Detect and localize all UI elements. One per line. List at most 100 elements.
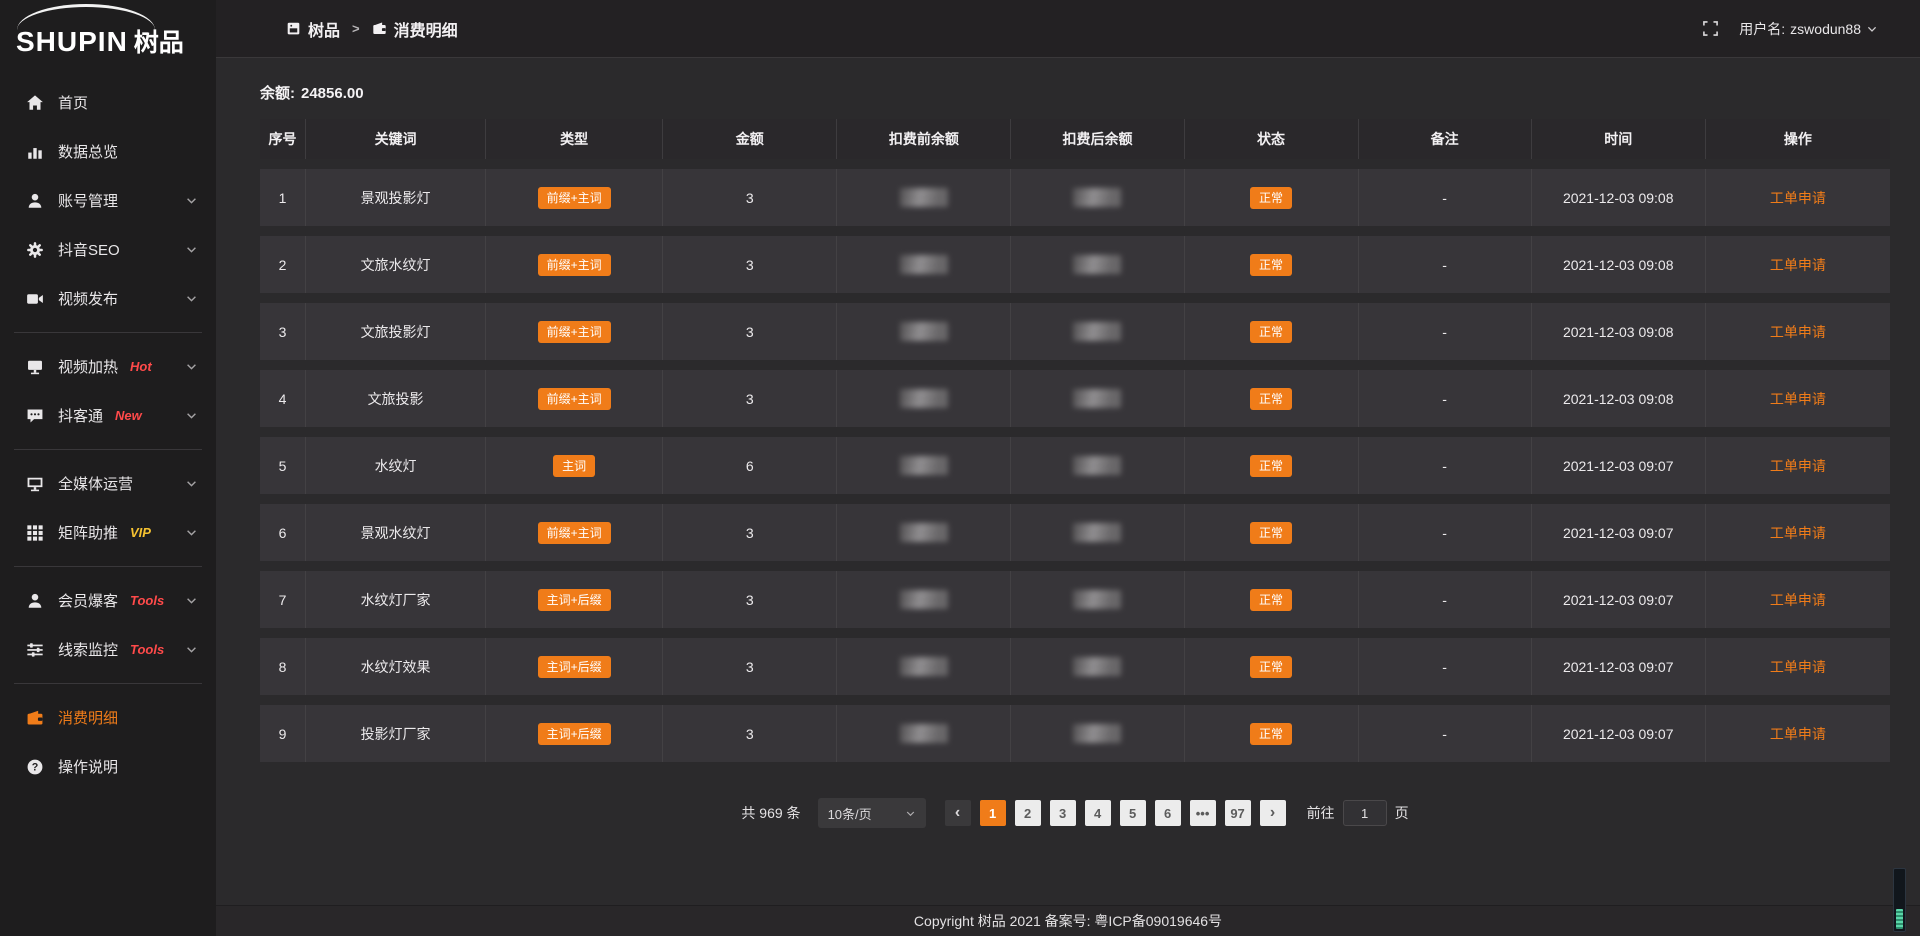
- breadcrumb-separator: >: [352, 21, 360, 36]
- page-button-3[interactable]: 3: [1050, 800, 1076, 826]
- cell-amount: 3: [663, 303, 837, 360]
- sidebar-item-10-线索监控[interactable]: 线索监控Tools: [0, 625, 216, 674]
- cell-keyword: 水纹灯效果: [306, 638, 486, 695]
- sidebar-item-4-视频发布[interactable]: 视频发布: [0, 274, 216, 323]
- cell-type: 前缀+主词: [486, 236, 663, 293]
- cell-post-balance: [1011, 437, 1184, 494]
- table-header-cell: 关键词: [306, 119, 486, 159]
- cell-type: 主词: [486, 437, 663, 494]
- table-header-cell: 状态: [1185, 119, 1359, 159]
- page-buttons: 123456 ••• 97: [980, 800, 1251, 826]
- cell-type: 主词+后缀: [486, 705, 663, 762]
- ticket-apply-link[interactable]: 工单申请: [1770, 525, 1826, 541]
- ticket-apply-link[interactable]: 工单申请: [1770, 458, 1826, 474]
- masked-balance-value: [900, 255, 948, 274]
- cell-index: 2: [260, 236, 306, 293]
- masked-balance-value: [900, 657, 948, 676]
- brand-logo[interactable]: SHUPIN 树品: [0, 0, 216, 64]
- cell-remark: -: [1359, 571, 1532, 628]
- cell-pre-balance: [837, 705, 1011, 762]
- status-badge: 正常: [1250, 388, 1292, 410]
- content-area: 余额:24856.00 序号关键词类型金额扣费前余额扣费后余额状态备注时间操作 …: [216, 58, 1920, 905]
- page-button-1[interactable]: 1: [980, 800, 1006, 826]
- sidebar-item-12-操作说明[interactable]: ?操作说明: [0, 742, 216, 791]
- cell-action: 工单申请: [1706, 303, 1890, 360]
- fullscreen-icon[interactable]: [1702, 20, 1719, 37]
- table-body: 1景观投影灯前缀+主词3正常-2021-12-03 09:08工单申请2文旅水纹…: [260, 169, 1890, 762]
- status-badge: 正常: [1250, 321, 1292, 343]
- sidebar-item-label: 全媒体运营: [58, 473, 133, 494]
- page-size-select[interactable]: 10条/页: [818, 798, 926, 828]
- prev-page-button[interactable]: ‹: [945, 800, 971, 826]
- scrollbar-widget[interactable]: [1893, 868, 1906, 932]
- sidebar-item-11-消费明细[interactable]: 消费明细: [0, 693, 216, 742]
- masked-balance-value: [1073, 255, 1121, 274]
- cell-pre-balance: [837, 370, 1011, 427]
- sidebar-item-5-视频加热[interactable]: 视频加热Hot: [0, 342, 216, 391]
- sidebar-item-badge: Tools: [130, 642, 164, 657]
- app-window-icon: [286, 21, 301, 36]
- ticket-apply-link[interactable]: 工单申请: [1770, 391, 1826, 407]
- home-icon: [26, 94, 44, 112]
- goto-page-input[interactable]: [1343, 800, 1387, 826]
- more-pages-button[interactable]: •••: [1190, 800, 1216, 826]
- sidebar-item-label: 矩阵助推: [58, 522, 118, 543]
- cell-remark: -: [1359, 638, 1532, 695]
- sidebar-item-1-数据总览[interactable]: 数据总览: [0, 127, 216, 176]
- type-badge: 前缀+主词: [538, 321, 611, 343]
- sidebar-item-3-抖音SEO[interactable]: 抖音SEO: [0, 225, 216, 274]
- footer: Copyright 树品 2021 备案号: 粤ICP备09019646号: [216, 905, 1920, 936]
- ticket-apply-link[interactable]: 工单申请: [1770, 726, 1826, 742]
- table-row: 2文旅水纹灯前缀+主词3正常-2021-12-03 09:08工单申请: [260, 236, 1890, 293]
- cell-remark: -: [1359, 236, 1532, 293]
- balance-line: 余额:24856.00: [260, 82, 1890, 103]
- balance-value: 24856.00: [301, 85, 364, 102]
- status-badge: 正常: [1250, 723, 1292, 745]
- page-button-2[interactable]: 2: [1015, 800, 1041, 826]
- username-value: zswodun88: [1790, 21, 1861, 37]
- sidebar-item-2-账号管理[interactable]: 账号管理: [0, 176, 216, 225]
- ticket-apply-link[interactable]: 工单申请: [1770, 659, 1826, 675]
- sidebar-item-6-抖客通[interactable]: 抖客通 New: [0, 391, 216, 440]
- sidebar-item-label: 抖客通: [58, 405, 103, 426]
- breadcrumb-root[interactable]: 树品: [286, 17, 340, 41]
- sidebar-item-badge: New: [115, 408, 142, 423]
- sidebar-item-8-矩阵助推[interactable]: 矩阵助推VIP: [0, 508, 216, 557]
- sidebar-item-7-全媒体运营[interactable]: 全媒体运营: [0, 459, 216, 508]
- page-button-97[interactable]: 97: [1225, 800, 1251, 826]
- sidebar-item-label: 消费明细: [58, 707, 118, 728]
- scrollbar-thumb[interactable]: [1896, 909, 1903, 929]
- cell-post-balance: [1011, 303, 1184, 360]
- sidebar-divider: [14, 683, 202, 684]
- cell-post-balance: [1011, 705, 1184, 762]
- user-menu[interactable]: 用户名: zswodun88: [1739, 19, 1878, 39]
- page-button-6[interactable]: 6: [1155, 800, 1181, 826]
- ticket-apply-link[interactable]: 工单申请: [1770, 190, 1826, 206]
- table-row: 3文旅投影灯前缀+主词3正常-2021-12-03 09:08工单申请: [260, 303, 1890, 360]
- page-button-4[interactable]: 4: [1085, 800, 1111, 826]
- next-page-button[interactable]: ›: [1260, 800, 1286, 826]
- cell-type: 前缀+主词: [486, 370, 663, 427]
- user-icon: [26, 192, 44, 210]
- cell-action: 工单申请: [1706, 437, 1890, 494]
- cell-amount: 3: [663, 571, 837, 628]
- masked-balance-value: [1073, 389, 1121, 408]
- table-header-cell: 序号: [260, 119, 306, 159]
- cell-index: 8: [260, 638, 306, 695]
- chevron-down-icon: [185, 292, 198, 305]
- sidebar-item-0-首页[interactable]: 首页: [0, 78, 216, 127]
- status-badge: 正常: [1250, 187, 1292, 209]
- table-header-cell: 金额: [663, 119, 837, 159]
- consumption-table: 序号关键词类型金额扣费前余额扣费后余额状态备注时间操作 1景观投影灯前缀+主词3…: [260, 109, 1890, 772]
- cell-keyword: 文旅投影灯: [306, 303, 486, 360]
- type-badge: 主词+后缀: [538, 723, 611, 745]
- masked-balance-value: [900, 724, 948, 743]
- sidebar-divider: [14, 566, 202, 567]
- chevron-left-icon: ‹: [955, 805, 960, 821]
- ticket-apply-link[interactable]: 工单申请: [1770, 592, 1826, 608]
- page-button-5[interactable]: 5: [1120, 800, 1146, 826]
- cell-action: 工单申请: [1706, 236, 1890, 293]
- sidebar-item-9-会员爆客[interactable]: 会员爆客Tools: [0, 576, 216, 625]
- ticket-apply-link[interactable]: 工单申请: [1770, 324, 1826, 340]
- ticket-apply-link[interactable]: 工单申请: [1770, 257, 1826, 273]
